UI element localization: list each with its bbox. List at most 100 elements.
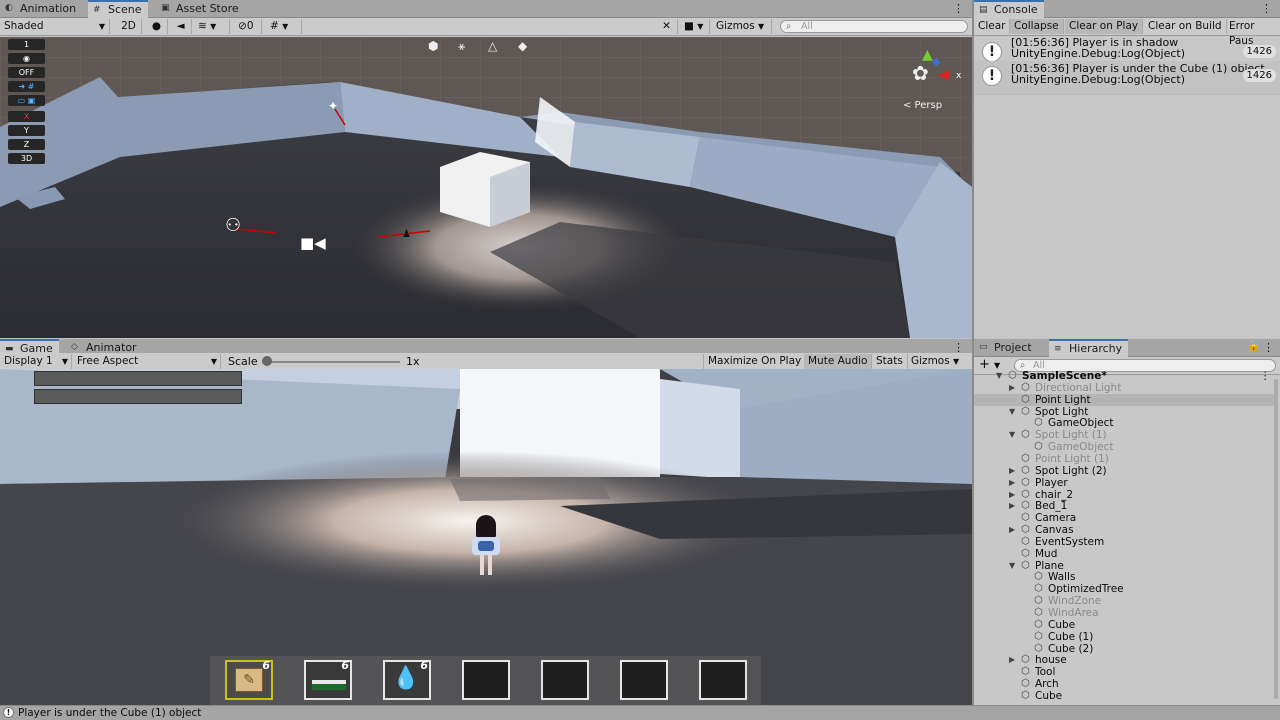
console-clear-on-build-button[interactable]: Clear on Build — [1144, 19, 1227, 34]
expand-arrow-open-icon[interactable]: ▼ — [1009, 429, 1017, 441]
hierarchy-item[interactable]: ▶ ⬡ Directional Light — [974, 382, 1274, 394]
grid-toggle[interactable]: # ▼ — [266, 19, 302, 34]
expand-arrow-open-icon[interactable]: ▼ — [1009, 406, 1017, 418]
lighting-toggle[interactable]: ● — [146, 19, 168, 34]
menu-dots-icon[interactable]: ⋮ — [1260, 370, 1271, 382]
hierarchy-item[interactable]: ⬡ WindArea — [974, 607, 1274, 619]
orientation-gizmo[interactable]: ▲ ◀ ◆ ✿ x — [898, 47, 966, 97]
expand-arrow-closed-icon[interactable]: ▶ — [1009, 489, 1017, 501]
tab-console[interactable]: ▤ Console — [974, 0, 1044, 18]
hierarchy-scrollbar[interactable] — [1274, 379, 1278, 699]
status-message[interactable]: Player is under the Cube (1) object — [18, 706, 201, 720]
shading-dropdown[interactable]: Shaded ▼ — [0, 19, 110, 34]
spotlight-gizmo-icon[interactable]: ⚇ — [225, 215, 241, 236]
hierarchy-item[interactable]: ▶ ⬡ Spot Light (2) — [974, 465, 1274, 477]
visibility-tool-eye-icon[interactable]: ◉ — [8, 53, 45, 64]
player-gizmo-icon[interactable]: ♟ — [402, 229, 411, 240]
expand-arrow-closed-icon[interactable]: ▶ — [1009, 477, 1017, 489]
hierarchy-item[interactable]: ⬡ Camera — [974, 512, 1274, 524]
menu-dots-icon[interactable]: ⋮ — [1263, 341, 1274, 354]
game-viewport[interactable] — [0, 369, 972, 705]
tab-project[interactable]: ▭ Project — [974, 339, 1038, 357]
plane-tool-icon[interactable]: ◆ — [518, 39, 527, 53]
left-tool-1[interactable]: 1 — [8, 39, 45, 50]
hierarchy-item[interactable]: ▶ ⬡ Bed_1 — [974, 500, 1274, 512]
stats-button[interactable]: Stats — [872, 354, 908, 369]
game-gizmos-button[interactable]: Gizmos ▼ — [907, 354, 963, 369]
menu-dots-icon[interactable]: ⋮ — [1261, 2, 1272, 15]
bone-tool-icon[interactable]: ⚹ — [458, 39, 465, 54]
hotbar-slot-6[interactable] — [620, 660, 668, 700]
hierarchy-item[interactable]: ▼ ⬡ Plane — [974, 560, 1274, 572]
hierarchy-item[interactable]: ⬡ Point Light — [974, 393, 1274, 406]
vertex-tool-icon[interactable]: △ — [488, 39, 497, 53]
console-error-pause-button[interactable]: Error Paus — [1225, 19, 1280, 47]
hotbar-slot-7[interactable] — [699, 660, 747, 700]
expand-arrow-closed-icon[interactable]: ▶ — [1009, 524, 1017, 536]
hierarchy-item[interactable]: ▶ ⬡ chair_2 — [974, 489, 1274, 501]
scene-root-item[interactable]: ▼ ⬡ SampleScene* ⋮ — [974, 370, 1274, 382]
hierarchy-item[interactable]: ⬡ Point Light (1) — [974, 453, 1274, 465]
console-entry[interactable]: ! [01:56:36] Player is under the Cube (1… — [974, 61, 1280, 95]
axis-x-toggle[interactable]: X — [8, 111, 45, 122]
tab-scene[interactable]: # Scene — [88, 0, 148, 18]
camera-gizmo-icon[interactable]: ■◀ — [300, 234, 326, 252]
lock-tool-icon[interactable]: ▭ ▣ — [8, 95, 45, 106]
hierarchy-item[interactable]: ⬡ Walls — [974, 571, 1274, 583]
menu-dots-icon[interactable]: ⋮ — [953, 2, 964, 15]
hierarchy-item[interactable]: ▶ ⬡ Canvas — [974, 524, 1274, 536]
gizmos-dropdown[interactable]: Gizmos ▼ — [712, 19, 772, 34]
maximize-on-play-button[interactable]: Maximize On Play — [703, 354, 807, 369]
persp-label[interactable]: < Persp — [903, 100, 942, 111]
aspect-dropdown[interactable]: Free Aspect ▼ — [73, 354, 221, 369]
cube-tool-icon[interactable]: ⬢ — [428, 39, 438, 53]
tab-hierarchy[interactable]: ≡ Hierarchy — [1049, 339, 1129, 357]
console-clear-on-play-button[interactable]: Clear on Play — [1065, 19, 1144, 34]
hidden-objects-toggle[interactable]: ⊘0 — [234, 19, 262, 34]
mode-3d-toggle[interactable]: 3D — [8, 153, 45, 164]
expand-arrow-closed-icon[interactable]: ▶ — [1009, 654, 1017, 666]
hierarchy-item[interactable]: ▼ ⬡ Spot Light — [974, 406, 1274, 418]
hierarchy-item[interactable]: ▼ ⬡ Spot Light (1) — [974, 429, 1274, 441]
lock-icon[interactable]: 🔒 — [1248, 341, 1260, 352]
tab-animation[interactable]: ◐ Animation — [0, 0, 82, 18]
hierarchy-item[interactable]: ⬡ EventSystem — [974, 536, 1274, 548]
hotbar-slot-2[interactable]: 6 — [304, 659, 352, 700]
hierarchy-item[interactable]: ⬡ Tool — [974, 666, 1274, 678]
hierarchy-item[interactable]: ⬡ OptimizedTree — [974, 583, 1274, 595]
expand-arrow-open-icon[interactable]: ▼ — [1009, 560, 1017, 572]
hierarchy-item[interactable]: ⬡ Cube — [974, 690, 1274, 702]
console-clear-button[interactable]: Clear — [974, 19, 1011, 34]
scale-slider-handle[interactable] — [262, 356, 272, 366]
hierarchy-item[interactable]: ⬡ WindZone — [974, 595, 1274, 607]
hotbar-slot-1[interactable]: ✎ 6 — [225, 659, 273, 700]
console-collapse-button[interactable]: Collapse — [1010, 19, 1064, 34]
hotbar-slot-4[interactable] — [462, 660, 510, 700]
hierarchy-item[interactable]: ⬡ GameObject — [974, 441, 1274, 453]
hierarchy-item[interactable]: ⬡ Cube — [974, 619, 1274, 631]
hierarchy-item[interactable]: ⬡ Mud — [974, 548, 1274, 560]
axis-z-toggle[interactable]: Z — [8, 139, 45, 150]
expand-arrow-closed-icon[interactable]: ▶ — [1009, 382, 1017, 394]
left-tool-off[interactable]: OFF — [8, 67, 45, 78]
expand-arrow-closed-icon[interactable]: ▶ — [1009, 500, 1017, 512]
hierarchy-item[interactable]: ⬡ Arch — [974, 678, 1274, 690]
hierarchy-item[interactable]: ⬡ GameObject — [974, 417, 1274, 429]
scene-viewport[interactable]: ⚇ ■◀ ✦ ♟ ⬢ ⚹ △ ◆ 1 ◉ OFF ➜ # ▭ ▣ X Y Z 3… — [0, 37, 972, 338]
camera-dropdown[interactable]: ■ ▼ — [680, 19, 710, 34]
mode-2d-button[interactable]: 2D — [116, 19, 142, 34]
display-dropdown[interactable]: Display 1 ▼ — [0, 354, 72, 369]
hotbar-slot-3[interactable]: 💧 6 — [383, 659, 431, 700]
tools-button[interactable]: ✕ — [656, 19, 678, 34]
tab-asset-store[interactable]: ▣ Asset Store — [156, 0, 245, 18]
point-light-gizmo-icon[interactable]: ✦ — [328, 99, 338, 113]
mute-audio-button[interactable]: Mute Audio — [804, 354, 873, 369]
effects-dropdown[interactable]: ≋ ▼ — [194, 19, 230, 34]
move-tool-arrow-icon[interactable]: ➜ # — [8, 81, 45, 92]
axis-y-toggle[interactable]: Y — [8, 125, 45, 136]
hierarchy-item[interactable]: ▶ ⬡ Player — [974, 477, 1274, 489]
hierarchy-item[interactable]: ▶ ⬡ house — [974, 654, 1274, 666]
scene-search-input[interactable]: ⌕ All — [780, 20, 968, 33]
hotbar-slot-5[interactable] — [541, 660, 589, 700]
scale-slider-track[interactable] — [264, 361, 400, 363]
